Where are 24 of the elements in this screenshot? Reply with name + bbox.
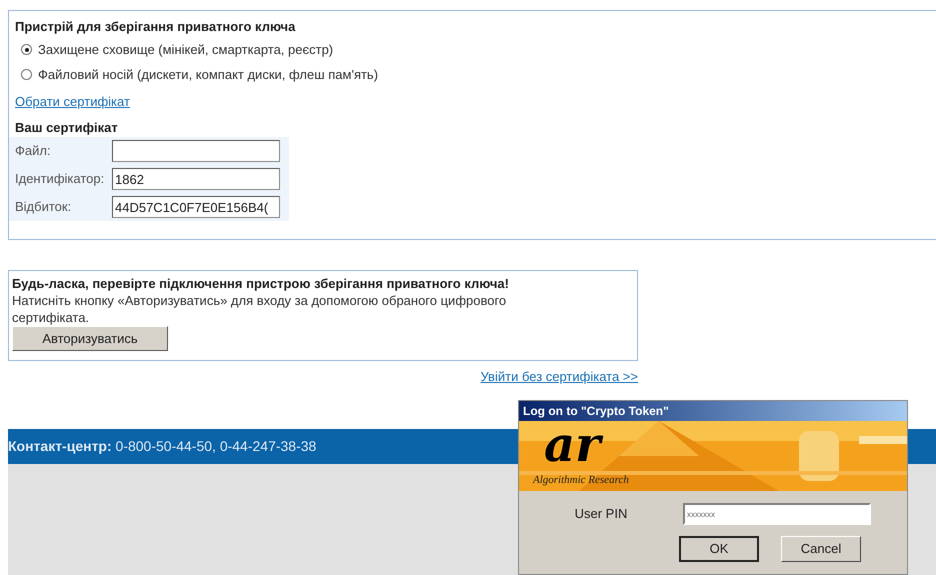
radio-button[interactable] (21, 44, 32, 55)
authorize-button[interactable]: Авторизуватись (12, 326, 168, 351)
certificate-title: Ваш сертифікат (15, 119, 119, 137)
dialog-button[interactable]: OK (679, 536, 759, 562)
radio-option[interactable]: Файловий носій (дискети, компакт диски, флеш пам'ять) (21, 62, 930, 87)
warning-text: Будь-ласка, перевірте підключення пристрою зберігання приватного ключа! (12, 275, 510, 292)
text-field[interactable] (112, 140, 280, 162)
text-field[interactable]: 1862 (112, 168, 280, 190)
choose-certificate-link[interactable]: Обрати сертифікат (15, 93, 130, 111)
field-label: Файл: (15, 142, 52, 160)
login-without-certificate-link[interactable]: Увійти без сертифіката >> (480, 367, 638, 386)
panel-title: Пристрій для зберігання приватного ключа (15, 18, 296, 36)
logo-caption: Algorithmic Research (533, 473, 629, 487)
radio-option[interactable]: Захищене сховище (мінікей, смарткарта, реєстр) (21, 37, 930, 62)
field-label: Відбиток: (15, 198, 72, 216)
instruction-text: Натисніть кнопку «Авторизуватись» для входу за допомогою обраного цифрового сертифіката. (12, 292, 508, 326)
pin-label: User PIN (574, 505, 628, 524)
pin-field[interactable]: xxxxxxx (683, 503, 871, 525)
text-field[interactable]: 44D57C1C0F7E0E156B4( (112, 196, 280, 218)
field-label: Ідентифікатор: (15, 170, 106, 188)
dialog-button[interactable]: Cancel (781, 536, 861, 562)
radio-button[interactable] (21, 69, 32, 80)
contact-text: Контакт-центр: 0-800-50-44-50, 0-44-247-38-38 (8, 436, 316, 456)
dialog-title: Log on to "Crypto Token" (523, 403, 669, 420)
